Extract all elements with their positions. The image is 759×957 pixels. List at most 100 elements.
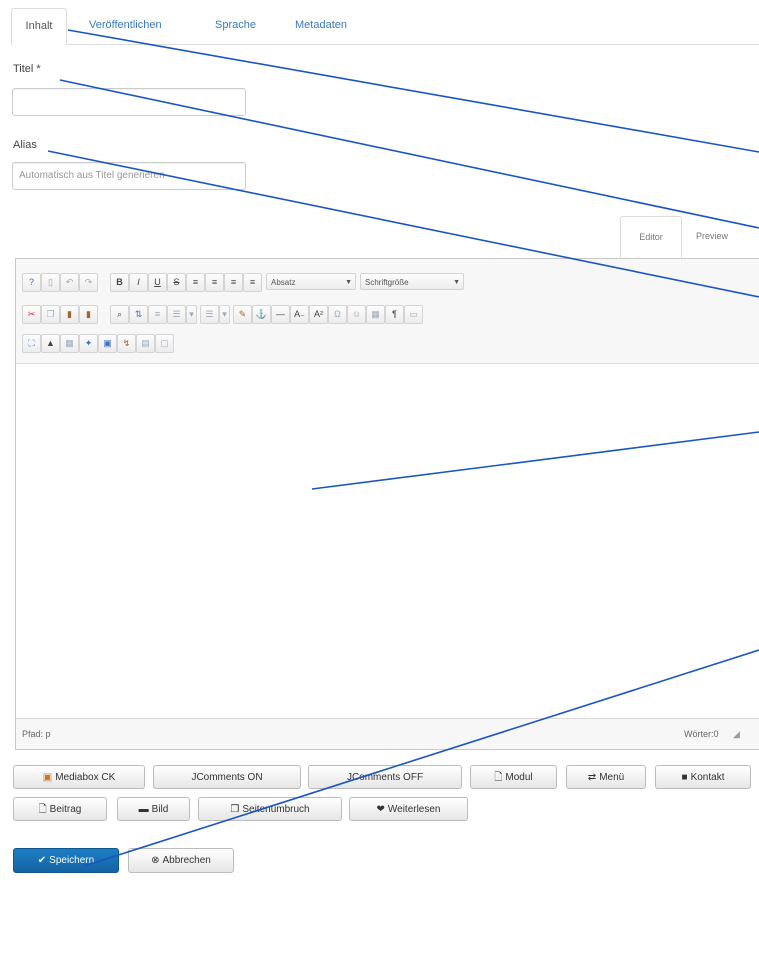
kontakt-label: Kontakt xyxy=(690,772,725,783)
file-icon: 🗋 xyxy=(494,772,503,783)
cancel-label: Abbrechen xyxy=(162,855,211,866)
bild-button[interactable]: ▬ Bild xyxy=(117,797,190,821)
contact-icon: ■ xyxy=(681,772,688,783)
bild-label: Bild xyxy=(151,804,169,815)
beitrag-button[interactable]: 🗋 Beitrag xyxy=(13,797,107,821)
weiterlesen-label: Weiterlesen xyxy=(387,804,441,815)
page-icon[interactable]: ▭ xyxy=(404,305,423,324)
image-icon[interactable]: ▲ xyxy=(41,334,60,353)
word-count: Wörter:0 xyxy=(684,729,719,739)
tab-metadaten[interactable]: Metadaten xyxy=(295,8,347,42)
weiterlesen-button[interactable]: ❤ Weiterlesen xyxy=(349,797,468,821)
emoticon-icon[interactable]: ☺ xyxy=(347,305,366,324)
chevron-down-icon: ▼ xyxy=(453,279,460,286)
clear-formatting-icon[interactable]: ✎ xyxy=(233,305,252,324)
editor-statusbar: Pfad: p Wörter:0 ◢ xyxy=(16,718,759,749)
seitenumbruch-button[interactable]: ❐ Seitenumbruch xyxy=(198,797,342,821)
cancel-button[interactable]: ⊗ Abbrechen xyxy=(128,848,234,873)
title-label: Titel * xyxy=(13,63,41,75)
template-icon[interactable]: ▤ xyxy=(136,334,155,353)
link-icon[interactable]: ↯ xyxy=(117,334,136,353)
redo-icon[interactable]: ↷ xyxy=(79,273,98,292)
visual-aid-icon[interactable]: ▢ xyxy=(155,334,174,353)
table-icon[interactable]: ▦ xyxy=(366,305,385,324)
picture-icon: ▬ xyxy=(138,804,149,815)
undo-icon[interactable]: ↶ xyxy=(60,273,79,292)
file-icon: 🗋 xyxy=(38,804,47,815)
resize-handle-icon[interactable]: ◢ xyxy=(733,729,740,740)
align-justify-icon[interactable]: ≡ xyxy=(243,273,262,292)
copy-icon[interactable]: ❐ xyxy=(41,305,60,324)
grid-icon[interactable]: ▦ xyxy=(60,334,79,353)
menu-button[interactable]: ⇄ Menü xyxy=(566,765,646,789)
beitrag-label: Beitrag xyxy=(49,804,82,815)
jcomments-on-button[interactable]: JComments ON xyxy=(153,765,301,789)
align-center-icon[interactable]: ≡ xyxy=(205,273,224,292)
bold-icon[interactable]: B xyxy=(110,273,129,292)
editor-mode-tabs: Editor Preview xyxy=(620,216,759,258)
status-path: Pfad: p xyxy=(22,729,51,739)
indent-icon[interactable]: ≡ xyxy=(148,305,167,324)
search-icon[interactable]: ⌕ xyxy=(110,305,129,324)
paste-text-icon[interactable]: ▮ xyxy=(79,305,98,324)
jcomments-off-label: JComments OFF xyxy=(346,772,424,783)
copy-icon: ❐ xyxy=(230,804,240,815)
special-char-icon[interactable]: Ω xyxy=(328,305,347,324)
align-left-icon[interactable]: ≡ xyxy=(186,273,205,292)
menu-label: Menü xyxy=(599,772,625,783)
chevron-down-icon: ▼ xyxy=(345,279,352,286)
alias-placeholder: Automatisch aus Titel generieren xyxy=(19,170,165,181)
underline-icon[interactable]: U xyxy=(148,273,167,292)
close-icon: ⊗ xyxy=(151,855,160,866)
alias-input[interactable]: Automatisch aus Titel generieren xyxy=(12,162,246,190)
editor-content-area[interactable] xyxy=(16,364,759,718)
share-icon: ⇄ xyxy=(587,772,597,783)
ordered-list-icon[interactable]: ☰ xyxy=(167,305,186,324)
italic-icon[interactable]: I xyxy=(129,273,148,292)
paragraph-icon[interactable]: ¶ xyxy=(385,305,404,324)
chevron-down-icon: ❤ xyxy=(376,804,385,815)
image-icon: ▣ xyxy=(42,772,53,783)
replace-icon[interactable]: ⇅ xyxy=(129,305,148,324)
kontakt-button[interactable]: ■ Kontakt xyxy=(655,765,751,789)
wysiwyg-editor: ? ▯ ↶ ↷ B I U S ≡ ≡ ≡ ≡ Absatz ▼ Schrift… xyxy=(15,258,759,750)
tab-preview[interactable]: Preview xyxy=(696,216,728,256)
save-button[interactable]: ✔ Speichern xyxy=(13,848,119,873)
modul-button[interactable]: 🗋 Modul xyxy=(470,765,557,789)
align-right-icon[interactable]: ≡ xyxy=(224,273,243,292)
content-tabs: Inhalt Veröffentlichen Sprache Metadaten xyxy=(11,8,759,45)
unordered-list-dropdown-icon[interactable]: ▾ xyxy=(219,305,230,324)
jcomments-on-label: JComments ON xyxy=(191,772,263,783)
unordered-list-icon[interactable]: ☰ xyxy=(200,305,219,324)
editor-toolbar: ? ▯ ↶ ↷ B I U S ≡ ≡ ≡ ≡ Absatz ▼ Schrift… xyxy=(16,259,759,364)
format-select-value: Absatz xyxy=(271,278,296,287)
tab-inhalt[interactable]: Inhalt xyxy=(11,8,67,45)
fontsize-select-value: Schriftgröße xyxy=(365,278,409,287)
horizontal-rule-icon[interactable]: — xyxy=(271,305,290,324)
layer-icon[interactable]: ✦ xyxy=(79,334,98,353)
superscript-icon[interactable]: A² xyxy=(309,305,328,324)
fontsize-select[interactable]: Schriftgröße ▼ xyxy=(360,273,464,290)
subscript-icon[interactable]: A₋ xyxy=(290,305,309,324)
fullscreen-icon[interactable]: ⛶ xyxy=(22,334,41,353)
title-input[interactable] xyxy=(12,88,246,116)
format-select[interactable]: Absatz ▼ xyxy=(266,273,356,290)
strikethrough-icon[interactable]: S xyxy=(167,273,186,292)
jcomments-off-button[interactable]: JComments OFF xyxy=(308,765,462,789)
help-icon[interactable]: ? xyxy=(22,273,41,292)
cut-icon[interactable]: ✂ xyxy=(22,305,41,324)
media-icon[interactable]: ▣ xyxy=(98,334,117,353)
tab-veroeffentlichen[interactable]: Veröffentlichen xyxy=(89,8,162,42)
anchor-icon[interactable]: ⚓ xyxy=(252,305,271,324)
seitenumbruch-label: Seitenumbruch xyxy=(242,804,310,815)
mediabox-ck-label: Mediabox CK xyxy=(55,772,116,783)
tab-sprache[interactable]: Sprache xyxy=(215,8,256,42)
ordered-list-dropdown-icon[interactable]: ▾ xyxy=(186,305,197,324)
tab-editor[interactable]: Editor xyxy=(620,216,682,258)
alias-label: Alias xyxy=(13,139,37,151)
paste-icon[interactable]: ▮ xyxy=(60,305,79,324)
mediabox-ck-button[interactable]: ▣ Mediabox CK xyxy=(13,765,145,789)
save-label: Speichern xyxy=(49,855,95,866)
new-document-icon[interactable]: ▯ xyxy=(41,273,60,292)
checkmark-icon: ✔ xyxy=(37,855,47,866)
